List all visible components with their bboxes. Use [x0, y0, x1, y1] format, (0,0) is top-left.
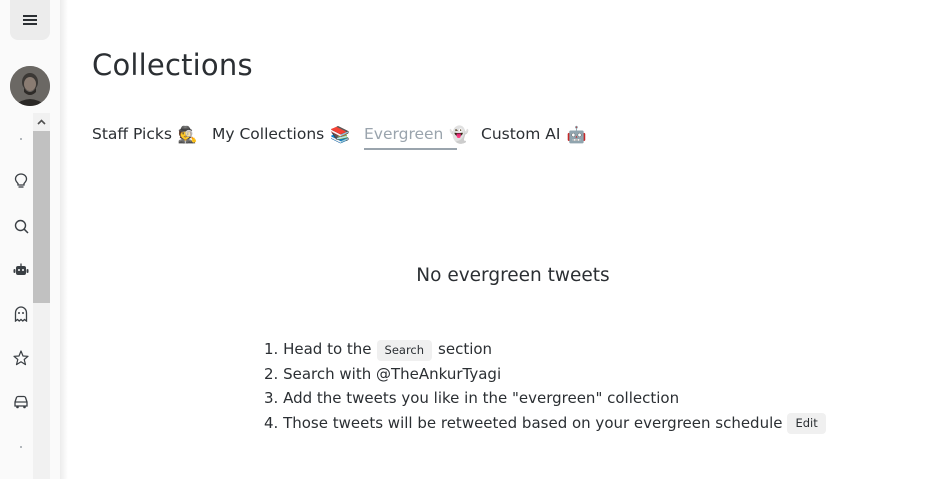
sidebar-item-autopilot[interactable]: [12, 393, 30, 411]
empty-state-title: No evergreen tweets: [416, 265, 610, 286]
sidebar-divider: [60, 0, 68, 479]
active-tab-indicator: [364, 148, 457, 150]
tab-my-collections[interactable]: My Collections 📚: [212, 118, 350, 150]
sidebar-item-ideas[interactable]: [12, 172, 30, 190]
tab-label: My Collections: [212, 125, 325, 143]
list-item: 1. Head to the Search section: [264, 337, 832, 362]
list-item: 2. Search with @TheAnkurTyagi: [264, 362, 832, 387]
lightbulb-icon: [14, 173, 28, 188]
robot-icon: 🤖: [566, 124, 587, 144]
step-text: 1. Head to the: [264, 340, 372, 358]
step-text: 3. Add the tweets you like in the "everg…: [264, 389, 680, 407]
detective-icon: 🕵️: [177, 124, 198, 144]
step-text: 2. Search with @TheAnkurTyagi: [264, 364, 502, 383]
menu-icon: [23, 15, 37, 25]
scroll-up-button[interactable]: [33, 113, 50, 130]
car-icon: [14, 395, 28, 409]
sidebar-item-favorites[interactable]: [12, 349, 30, 367]
tab-label: Custom AI: [481, 125, 561, 143]
page-title: Collections: [92, 48, 253, 82]
separator-dot: [20, 446, 22, 448]
search-section-button[interactable]: Search: [376, 339, 433, 361]
star-icon: [13, 350, 29, 366]
tab-evergreen[interactable]: Evergreen 👻: [364, 118, 469, 150]
step-text: 4. Those tweets will be retweeted based …: [264, 413, 783, 432]
ghost-icon: 👻: [449, 124, 470, 144]
avatar[interactable]: [10, 66, 50, 106]
sidebar-item-search[interactable]: [12, 217, 30, 235]
list-item: 3. Add the tweets you like in the "everg…: [264, 386, 832, 411]
tab-label: Staff Picks: [92, 125, 172, 143]
instructions-list: 1. Head to the Search section 2. Search …: [264, 337, 832, 435]
books-icon: 📚: [330, 124, 351, 144]
search-icon: [14, 219, 29, 234]
chevron-up-icon: [37, 118, 46, 125]
step-text: section: [438, 340, 493, 358]
tab-custom-ai[interactable]: Custom AI 🤖: [481, 118, 586, 150]
tab-label: Evergreen: [364, 125, 444, 143]
edit-schedule-button[interactable]: Edit: [787, 413, 826, 435]
avatar-image: [10, 66, 50, 106]
menu-button[interactable]: [10, 0, 50, 40]
sidebar-item-evergreen[interactable]: [12, 305, 30, 323]
ghost-icon: [14, 306, 28, 322]
tab-staff-picks[interactable]: Staff Picks 🕵️: [92, 118, 198, 150]
list-item: 4. Those tweets will be retweeted based …: [264, 411, 832, 436]
separator-dot: [20, 138, 22, 140]
